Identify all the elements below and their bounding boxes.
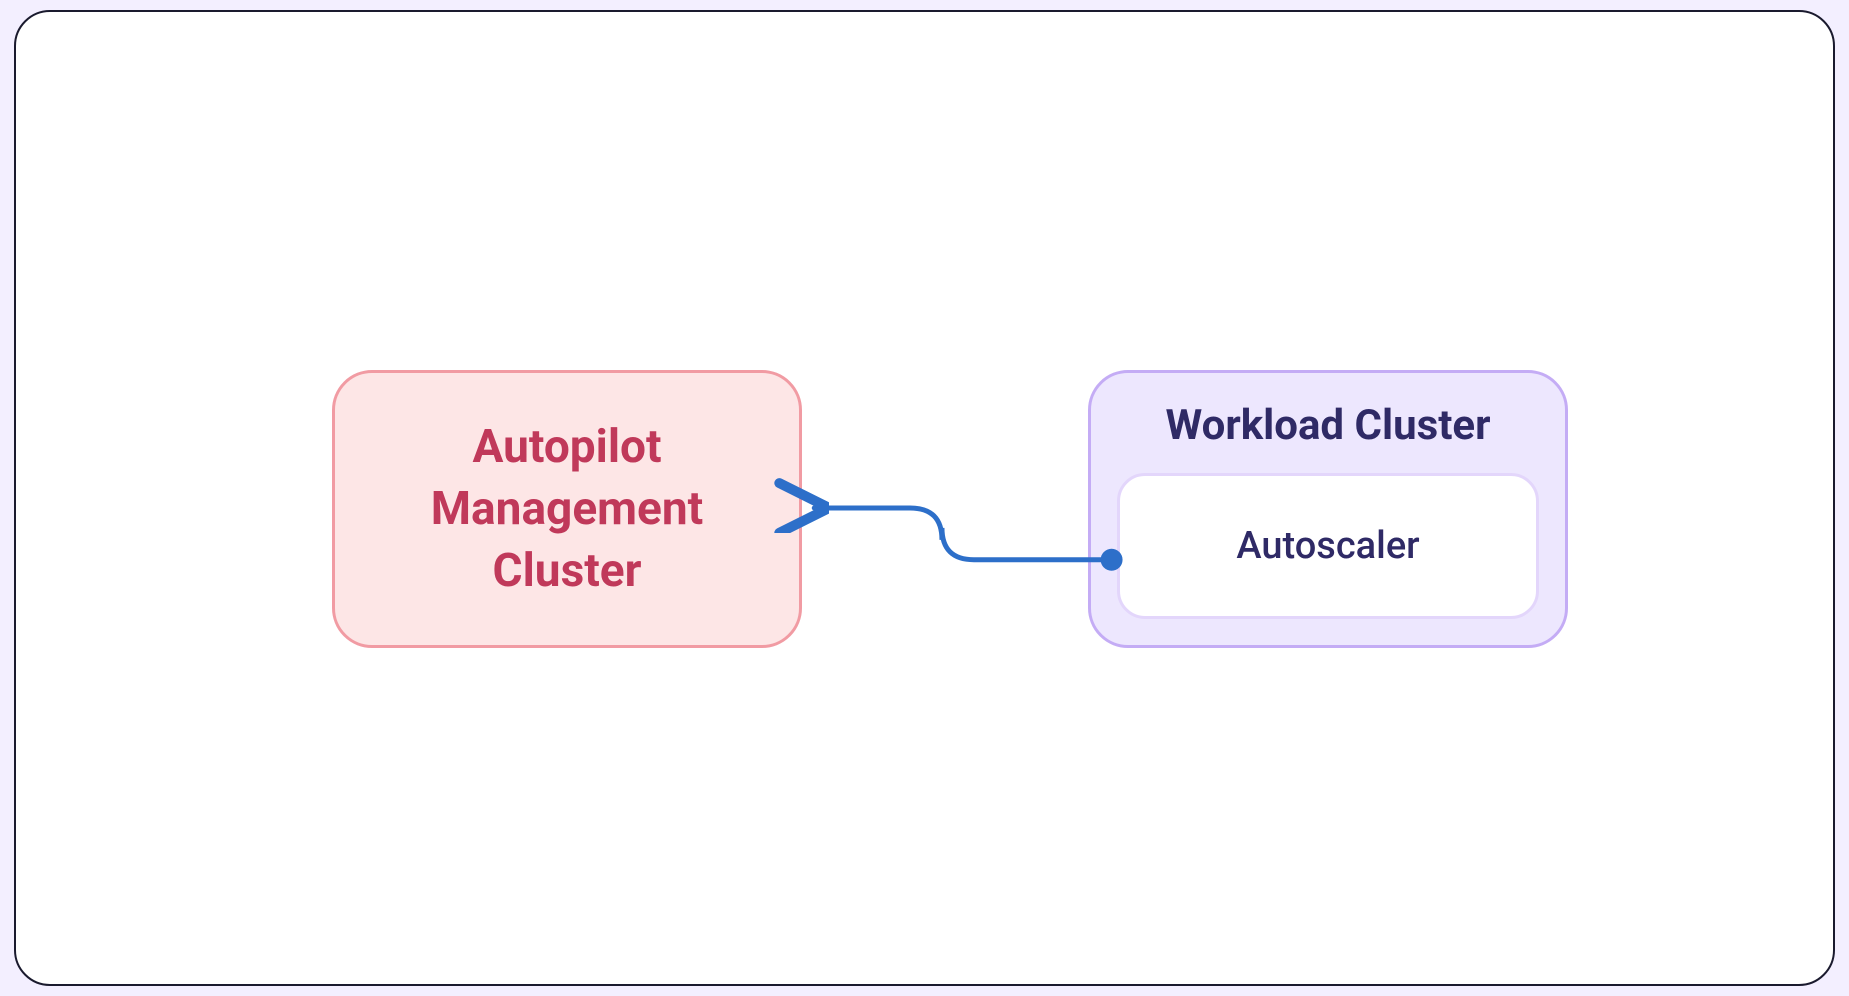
edge-autoscaler-to-autopilot — [814, 508, 1111, 560]
workload-cluster-title: Workload Cluster — [1166, 401, 1491, 451]
autoscaler-label: Autoscaler — [1236, 524, 1419, 568]
workload-cluster-node: Workload Cluster Autoscaler — [1088, 370, 1568, 648]
autopilot-title: AutopilotManagementCluster — [431, 416, 703, 602]
autopilot-management-cluster-node: AutopilotManagementCluster — [332, 370, 802, 648]
autoscaler-node: Autoscaler — [1117, 473, 1539, 619]
diagram-canvas: AutopilotManagementCluster Workload Clus… — [14, 10, 1835, 986]
